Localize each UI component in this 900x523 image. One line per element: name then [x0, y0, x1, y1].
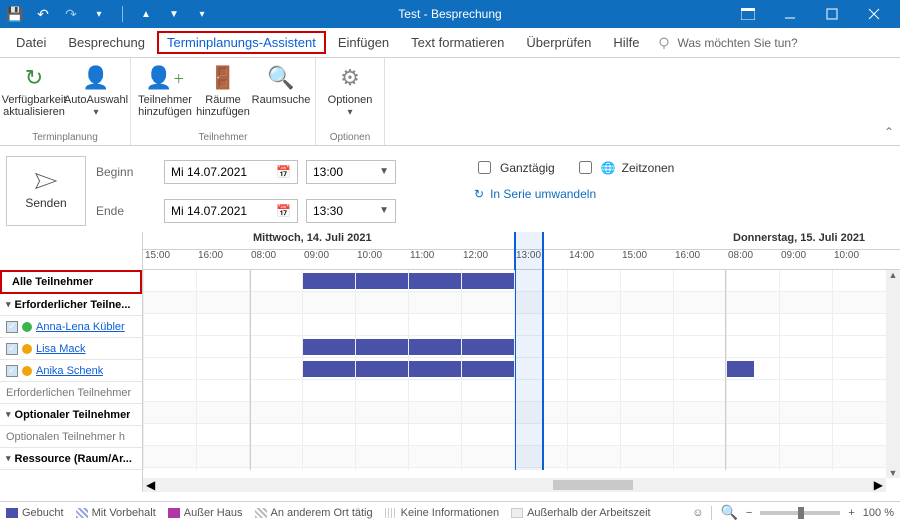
attendee-row[interactable]: ✓Anna-Lena Kübler — [0, 316, 142, 338]
add-required-attendee[interactable]: Erforderlichen Teilnehmer — [0, 382, 142, 404]
auto-select-button[interactable]: 👤 AutoAuswahl▾ — [66, 60, 126, 118]
zoom-plus[interactable]: + — [848, 507, 854, 519]
tab-einfuegen[interactable]: Einfügen — [328, 31, 399, 54]
attendee-row[interactable]: ✓Lisa Mack — [0, 338, 142, 360]
tell-me-search[interactable]: Was möchten Sie tun? — [657, 36, 797, 50]
title-bar: 💾 ↶ ↷ ▾ ▲ ▼ ▾ Test - Besprechung — [0, 0, 900, 28]
horizontal-scrollbar[interactable]: ◀▶ — [143, 478, 886, 492]
recur-icon: ↻ — [474, 187, 484, 201]
legend-outside: Außerhalb der Arbeitszeit — [511, 507, 651, 519]
tab-text-formatieren[interactable]: Text formatieren — [401, 31, 514, 54]
zoom-level[interactable]: 100 % — [863, 507, 894, 519]
attendee-list: Alle Teilnehmer ▾Erforderlicher Teilne..… — [0, 232, 143, 492]
timeline-grid[interactable]: Mittwoch, 14. Juli 2021 Donnerstag, 15. … — [143, 232, 900, 492]
refresh-availability-button[interactable]: ↻ Verfügbarkeit aktualisieren — [4, 60, 64, 118]
end-label: Ende — [96, 204, 156, 218]
begin-time-input[interactable]: 13:00▼ — [306, 160, 396, 184]
day1-label: Mittwoch, 14. Juli 2021 — [143, 232, 729, 249]
group-optionen-label: Optionen — [320, 131, 380, 145]
minimize-button[interactable] — [770, 0, 810, 28]
scheduling-area: Alle Teilnehmer ▾Erforderlicher Teilne..… — [0, 232, 900, 492]
status-bar: Gebucht Mit Vorbehalt Außer Haus An ande… — [0, 501, 900, 523]
resource-group[interactable]: ▾Ressource (Raum/Ar... — [0, 448, 142, 470]
nav-up-icon[interactable]: ▲ — [137, 5, 155, 23]
legend-oof: Außer Haus — [168, 507, 243, 519]
gear-icon: ⚙ — [334, 64, 366, 92]
tell-me-label: Was möchten Sie tun? — [677, 36, 797, 50]
send-button[interactable]: Senden — [6, 156, 86, 226]
group-terminplanung-label: Terminplanung — [4, 131, 126, 145]
add-room-button[interactable]: 🚪 Räume hinzufügen — [197, 60, 249, 118]
tab-hilfe[interactable]: Hilfe — [603, 31, 649, 54]
maximize-button[interactable] — [812, 0, 852, 28]
redo-icon[interactable]: ↷ — [62, 5, 80, 23]
day2-label: Donnerstag, 15. Juli 2021 — [729, 232, 900, 249]
end-time-input[interactable]: 13:30▼ — [306, 199, 396, 223]
make-recurring-link[interactable]: ↻In Serie umwandeln — [474, 187, 674, 201]
optional-group[interactable]: ▾Optionaler Teilnehmer — [0, 404, 142, 426]
feedback-icon[interactable]: ☺ — [692, 507, 703, 519]
ribbon: ↻ Verfügbarkeit aktualisieren 👤 AutoAusw… — [0, 58, 900, 146]
end-date-input[interactable]: Mi 14.07.2021📅 — [164, 199, 298, 223]
ribbon-tabs: Datei Besprechung Terminplanungs-Assiste… — [0, 28, 900, 58]
legend-busy: Gebucht — [6, 507, 64, 519]
search-room-icon: 🔍 — [265, 64, 297, 92]
ribbon-display-icon[interactable] — [728, 0, 768, 28]
legend-noinfo: Keine Informationen — [385, 507, 499, 519]
undo-icon[interactable]: ↶ — [34, 5, 52, 23]
bulb-icon — [657, 36, 671, 50]
legend-tentative: Mit Vorbehalt — [76, 507, 156, 519]
tab-ueberpruefen[interactable]: Überprüfen — [516, 31, 601, 54]
attendee-row[interactable]: ✓Anika Schenk — [0, 360, 142, 382]
meeting-time-fields: Senden Beginn Mi 14.07.2021📅 13:00▼ Ende… — [0, 146, 900, 232]
all-attendees-header[interactable]: Alle Teilnehmer — [0, 270, 142, 294]
zoom-slider[interactable] — [760, 511, 840, 515]
calendar-icon: 📅 — [276, 165, 291, 179]
add-person-icon: 👤＋ — [149, 64, 181, 92]
send-icon — [35, 172, 57, 190]
save-icon[interactable]: 💾 — [6, 5, 24, 23]
add-attendee-button[interactable]: 👤＋ Teilnehmer hinzufügen — [135, 60, 195, 118]
qat-more-icon[interactable]: ▾ — [90, 5, 108, 23]
tab-datei[interactable]: Datei — [6, 31, 56, 54]
find-room-button[interactable]: 🔍 Raumsuche — [251, 60, 311, 106]
refresh-icon: ↻ — [18, 64, 50, 92]
vertical-scrollbar[interactable]: ▲▼ — [886, 270, 900, 478]
tab-besprechung[interactable]: Besprechung — [58, 31, 155, 54]
allday-checkbox[interactable]: Ganztägig — [474, 158, 555, 177]
calendar-icon: 📅 — [276, 204, 291, 218]
qat-expand-icon[interactable]: ▾ — [193, 5, 211, 23]
collapse-ribbon-icon[interactable]: ⌃ — [878, 58, 900, 145]
timezones-checkbox[interactable]: 🌐Zeitzonen — [575, 158, 675, 177]
chevron-down-icon: ▼ — [379, 166, 389, 177]
begin-label: Beginn — [96, 165, 156, 179]
door-icon: 🚪 — [207, 64, 239, 92]
group-teilnehmer-label: Teilnehmer — [135, 131, 311, 145]
nav-down-icon[interactable]: ▼ — [165, 5, 183, 23]
zoom-out-icon[interactable]: 🔍 — [720, 504, 737, 521]
begin-date-input[interactable]: Mi 14.07.2021📅 — [164, 160, 298, 184]
close-button[interactable] — [854, 0, 894, 28]
zoom-minus[interactable]: − — [746, 507, 752, 519]
legend-elsewhere: An anderem Ort tätig — [255, 507, 373, 519]
add-optional-attendee[interactable]: Optionalen Teilnehmer h — [0, 426, 142, 448]
chevron-down-icon: ▼ — [379, 205, 389, 216]
options-button[interactable]: ⚙ Optionen▾ — [320, 60, 380, 118]
globe-icon: 🌐 — [601, 161, 616, 175]
tab-terminplanungs-assistent[interactable]: Terminplanungs-Assistent — [157, 31, 326, 54]
person-icon: 👤 — [80, 64, 112, 92]
required-group[interactable]: ▾Erforderlicher Teilne... — [0, 294, 142, 316]
